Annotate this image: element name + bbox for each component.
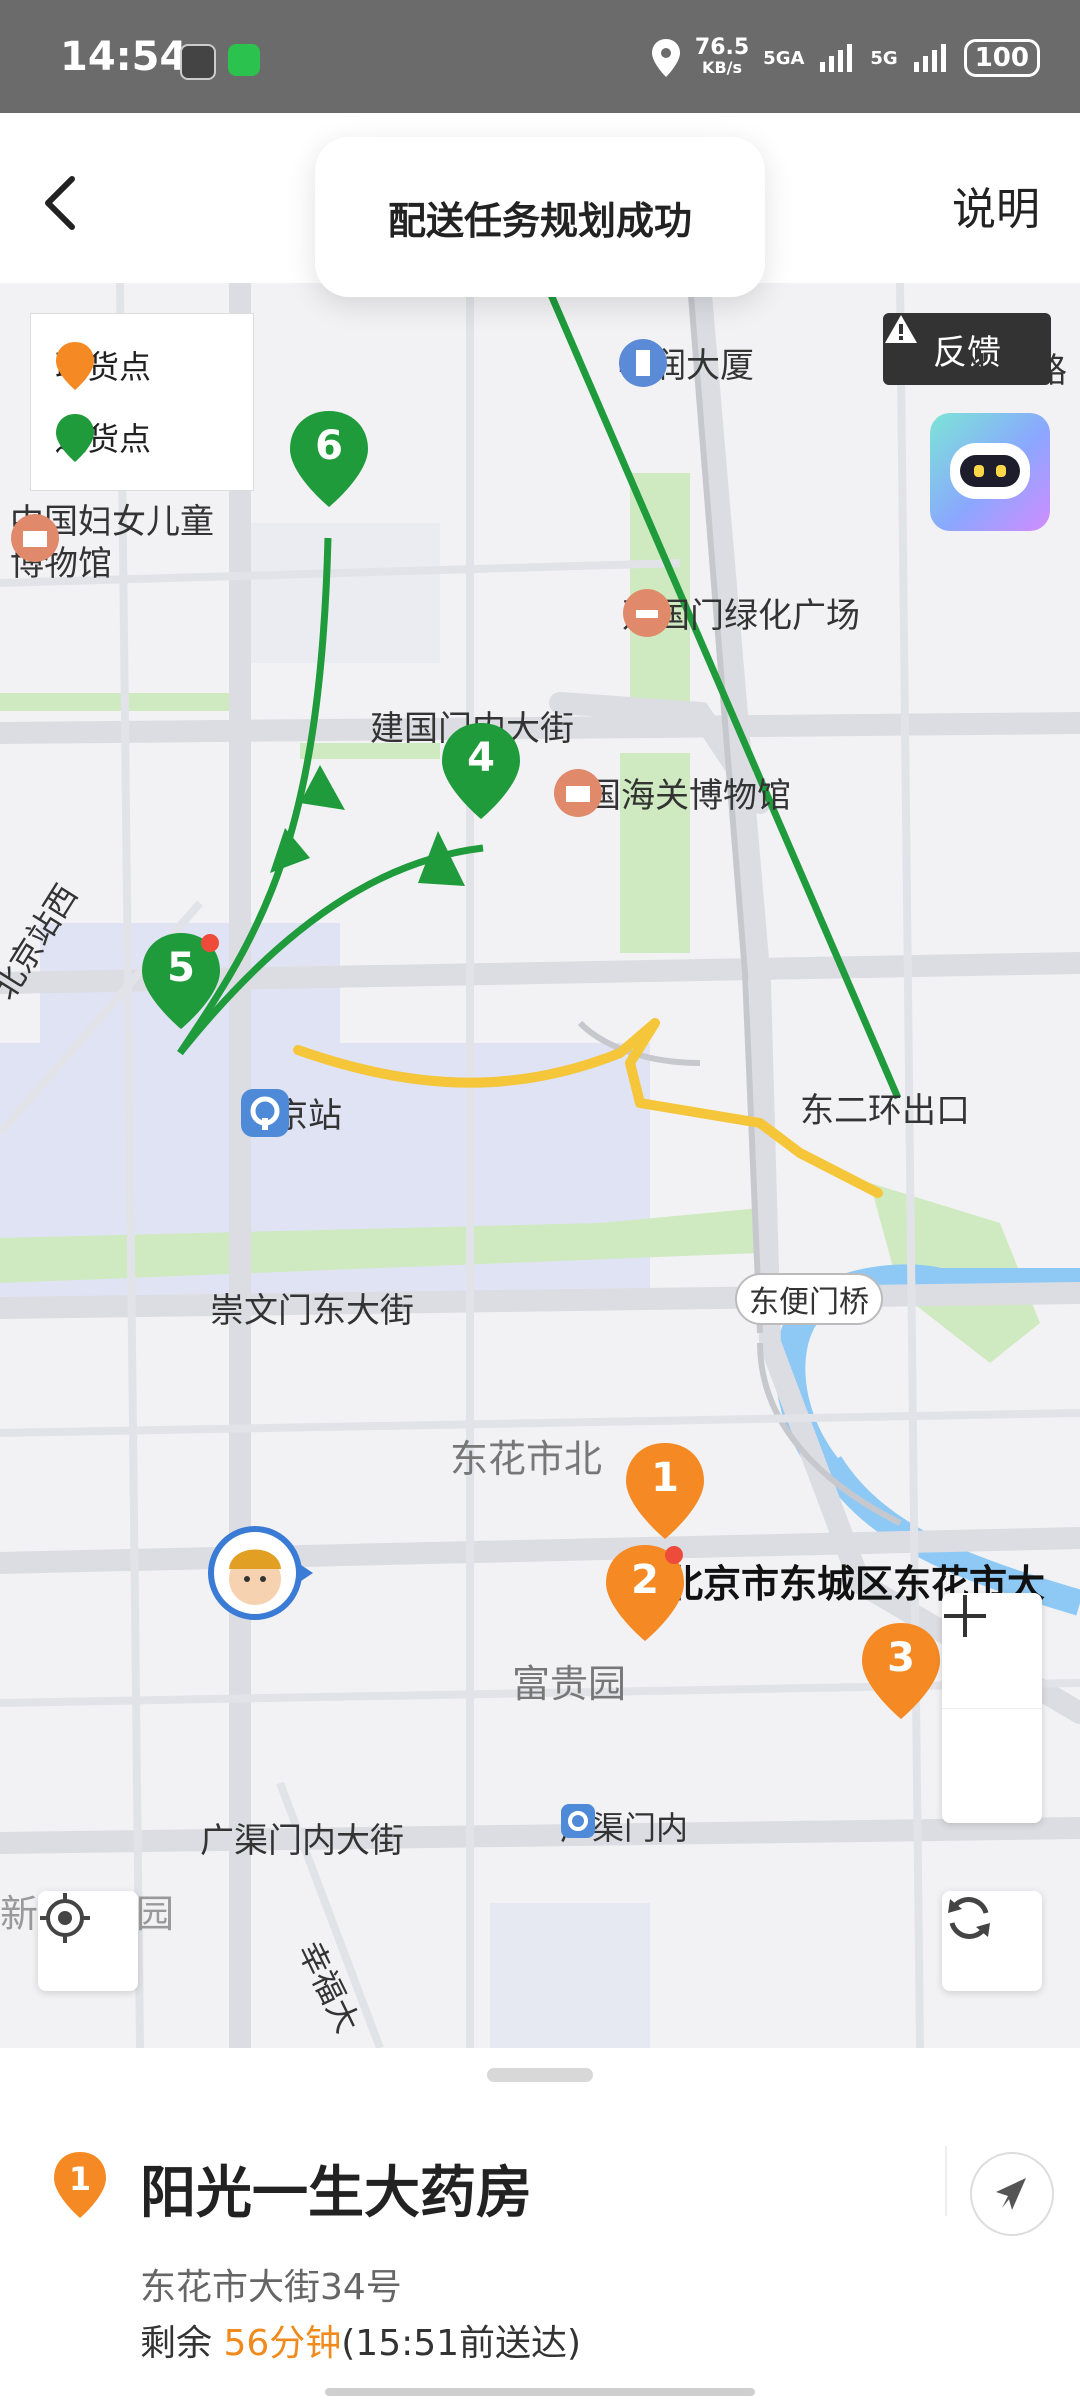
poi-jianguomen-square[interactable]: 建国门绿化广场 — [622, 588, 860, 637]
delivery-eta: 剩余 56分钟(15:51前送达) — [140, 2314, 581, 2366]
bridge-label-dongbianmen: 东便门桥 — [735, 1273, 883, 1325]
poi-beijing-station[interactable]: 北京站 — [240, 1088, 342, 1137]
battery-indicator: 100 — [963, 39, 1040, 77]
dropoff-pin-6[interactable]: 6 — [288, 411, 370, 507]
pin-number: 6 — [315, 423, 343, 469]
status-right: 76.5 KB/s 5GA 5G 100 — [651, 36, 1040, 80]
poi-guangqumen[interactable]: 广渠门内 — [560, 1803, 688, 1849]
metro-icon — [241, 1089, 289, 1137]
wechat-icon — [228, 44, 260, 76]
legend-dropoff: 送货点 — [55, 414, 151, 462]
pickup-badge-number: 1 — [68, 2160, 92, 2198]
road-label-chongwenmen: 崇文门东大街 — [210, 1291, 414, 1331]
signal-bars-icon — [820, 44, 853, 72]
net-speed-unit: KB/s — [702, 58, 743, 77]
pickup-pin-1[interactable]: 1 — [624, 1443, 706, 1539]
warning-icon — [885, 315, 917, 343]
net-speed: 76.5 KB/s — [694, 35, 750, 78]
dropoff-pin-icon — [56, 414, 94, 462]
help-button[interactable]: 说明 — [952, 173, 1040, 237]
zoom-out-button[interactable] — [942, 1614, 1042, 1824]
eta-prefix: 剩余 — [140, 2323, 224, 2364]
store-name: 阳光一生大药房 — [140, 2161, 532, 2226]
pickup-pin-icon — [56, 342, 94, 390]
home-indicator[interactable] — [325, 2388, 755, 2396]
road-label-guangqumen-street: 广渠门内大街 — [200, 1821, 404, 1861]
navigation-arrow-icon — [996, 2178, 1026, 2210]
refresh-icon — [948, 1897, 990, 1939]
pin-number: 5 — [167, 945, 195, 991]
signal-5ga-label: 5GA — [763, 47, 805, 69]
eta-deadline: (15:51前送达) — [341, 2323, 582, 2364]
status-time: 14:54 — [60, 34, 188, 80]
museum-icon — [554, 769, 602, 817]
location-icon — [651, 39, 680, 77]
divider — [945, 2146, 947, 2216]
assistant-robot-icon[interactable] — [930, 413, 1050, 531]
legend-pickup: 取货点 — [55, 342, 151, 390]
app-notification-icon — [180, 44, 216, 80]
locate-button[interactable] — [38, 1891, 138, 1991]
pickup-pin-3[interactable]: 3 — [860, 1623, 942, 1719]
metro-icon — [561, 1804, 595, 1838]
pickup-pin-2[interactable]: 2 — [604, 1545, 686, 1641]
park-icon — [623, 589, 671, 637]
eta-remaining: 56分钟 — [223, 2323, 342, 2364]
area-label-xin-garden: 园 — [136, 1892, 175, 1936]
chevron-left-icon[interactable] — [40, 173, 80, 233]
museum-icon — [11, 514, 59, 562]
status-bar: 14:54 76.5 KB/s 5GA 5G 100 — [0, 0, 1080, 113]
courier-avatar[interactable] — [205, 1523, 315, 1623]
signal-bars-icon — [913, 44, 946, 72]
net-speed-value: 76.5 — [694, 35, 750, 60]
success-toast: 配送任务规划成功 — [315, 137, 765, 297]
navigate-button[interactable] — [970, 2152, 1054, 2236]
task-bottom-sheet[interactable]: 1 阳光一生大药房 东花市大街34号 剩余 56分钟(15:51前送达) — [0, 2048, 1080, 2400]
dropoff-pin-4[interactable]: 4 — [440, 723, 522, 819]
road-label-guanghua: 光华路 — [965, 351, 1067, 391]
store-address: 东花市大街34号 — [140, 2267, 402, 2308]
map-legend: 取货点 送货点 — [30, 313, 254, 491]
pin-number: 2 — [631, 1557, 659, 1603]
minus-icon — [944, 1614, 986, 1618]
crosshair-icon — [40, 1893, 90, 1943]
road-label-ring-exit: 东二环出口 — [800, 1091, 970, 1131]
pin-number: 1 — [651, 1455, 679, 1501]
poi-women-museum[interactable]: 中国妇女儿童 博物馆 — [10, 501, 214, 585]
pickup-badge: 1 — [52, 2152, 108, 2218]
area-label-donghuashi-north: 东花市北 — [450, 1437, 603, 1481]
signal-5g-label: 5G — [870, 47, 898, 69]
refresh-button[interactable] — [942, 1891, 1042, 1991]
pin-number: 3 — [887, 1635, 915, 1681]
area-label-fugui: 富贵园 — [512, 1662, 627, 1706]
poi-customs-museum[interactable]: 中国海关博物馆 — [553, 768, 791, 817]
pin-number: 4 — [467, 735, 495, 781]
zoom-control — [942, 1593, 1042, 1823]
area-label-xin: 新 — [0, 1892, 39, 1936]
map-view[interactable]: 取货点 送货点 反馈 华润大厦 光华路 中国妇女儿童 博物馆 建国门绿化广场 建… — [0, 283, 1080, 2048]
poi-huarun[interactable]: 华润大厦 — [618, 338, 754, 387]
sheet-drag-handle[interactable] — [487, 2068, 593, 2082]
building-icon — [619, 339, 667, 387]
dropoff-pin-5[interactable]: 5 — [140, 933, 222, 1029]
